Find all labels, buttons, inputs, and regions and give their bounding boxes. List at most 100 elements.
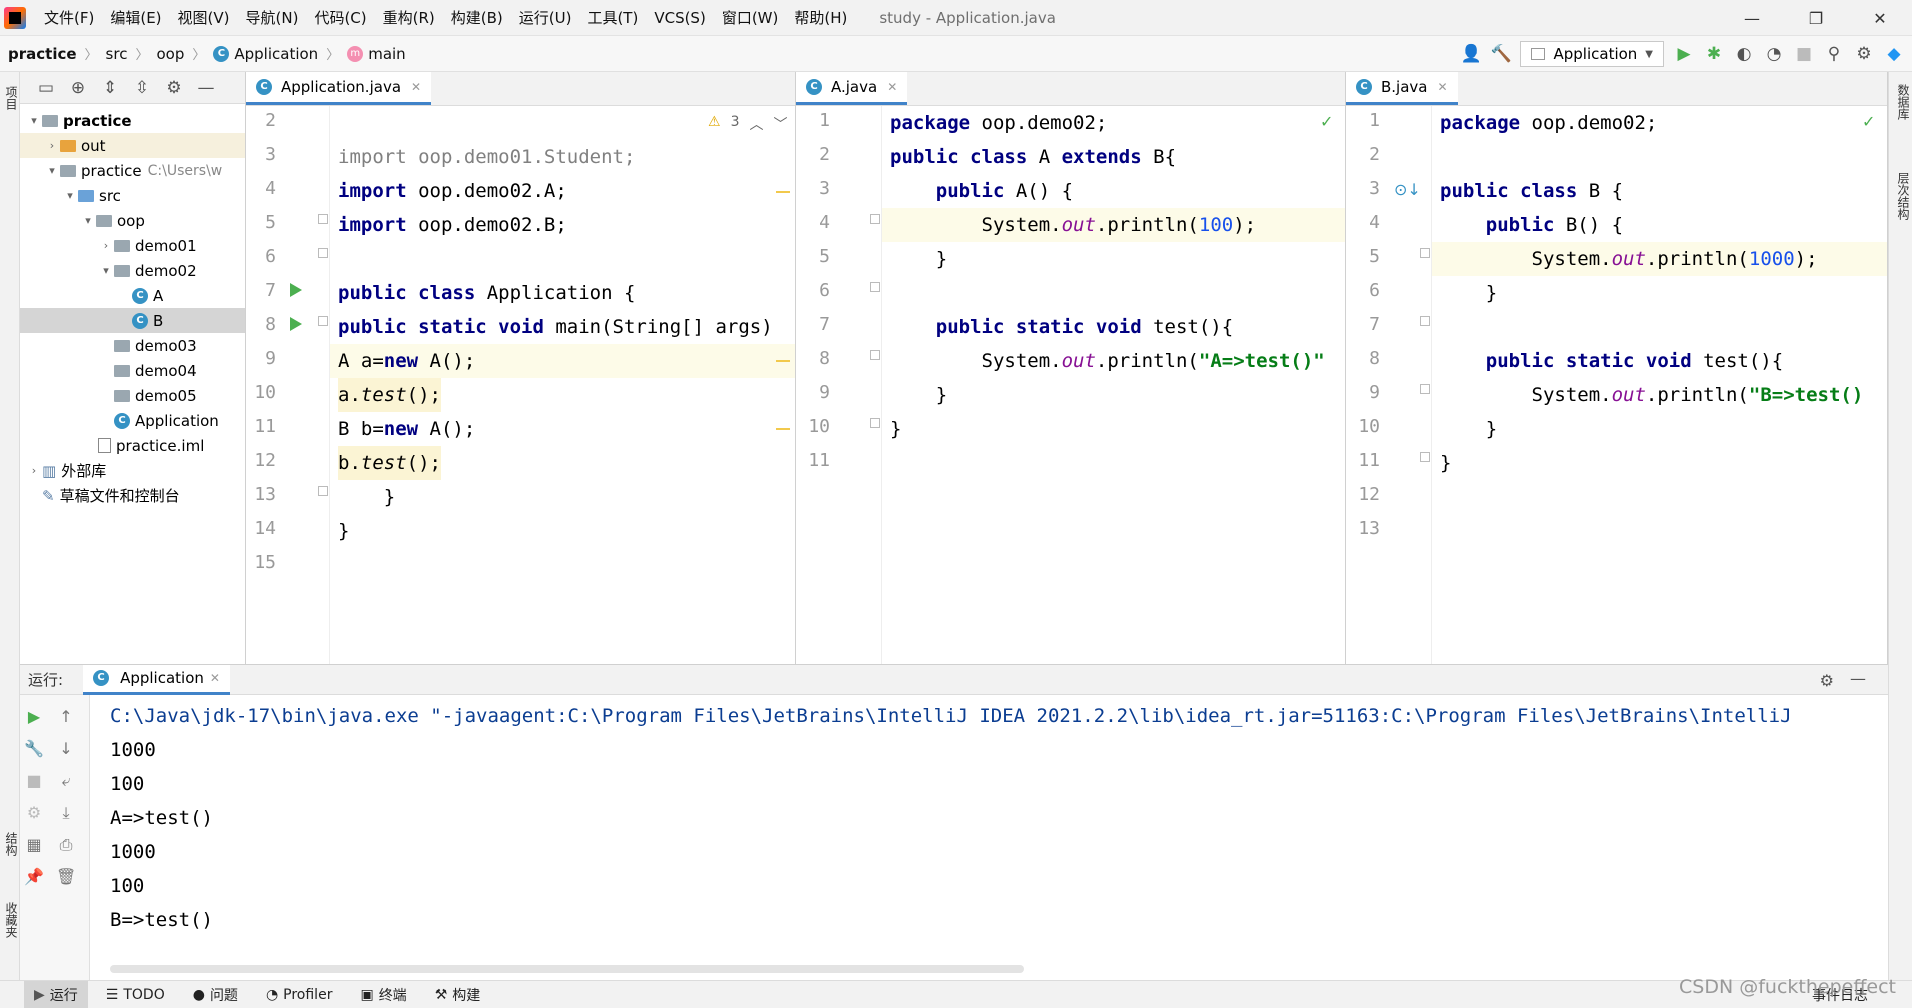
tab-application-java[interactable]: C Application.java ✕ [246,72,432,105]
database-tool-label[interactable]: 数据库 [1895,84,1912,120]
rerun-icon[interactable]: ▶ [24,707,44,726]
toolwindow-profiler[interactable]: ◔ Profiler [256,987,343,1003]
toolwindow-terminal[interactable]: ▣ 终端 [350,985,416,1005]
close-icon[interactable]: ✕ [887,80,897,94]
tab-b-java[interactable]: C B.java ✕ [1346,72,1458,105]
project-view-icon[interactable]: ▭ [36,78,56,98]
trash-icon[interactable]: 🗑 [56,867,76,886]
menu-file[interactable]: 文件(F) [36,7,102,28]
build-hammer-icon[interactable]: 🔨 [1490,44,1511,64]
gear-icon[interactable]: ⚙ [1854,44,1874,64]
tree-item-practice-root[interactable]: ▾ practice [20,108,245,133]
run-gutter-icon[interactable] [290,317,302,331]
menu-help[interactable]: 帮助(H) [786,7,855,28]
structure-tool-label[interactable]: 结构 [3,832,20,856]
favorites-tool-label[interactable]: 收藏夹 [3,902,20,938]
toolwindow-problems[interactable]: ● 问题 [183,985,248,1005]
fold-icon[interactable] [1420,316,1430,326]
menu-vcs[interactable]: VCS(S) [646,9,713,27]
warning-stripe[interactable] [776,428,790,430]
toolwindow-todo[interactable]: ☰ TODO [96,987,175,1003]
breadcrumb-oop[interactable]: oop [156,45,184,63]
restore-icon[interactable]: ❐ [1784,0,1848,36]
hierarchy-tool-label[interactable]: 层次结构 [1895,172,1912,220]
profile-icon[interactable]: ◔ [1764,44,1784,64]
menu-tools[interactable]: 工具(T) [579,7,646,28]
tree-item-practice-module[interactable]: ▾ practice C:\Users\w [20,158,245,183]
run-gutter-icon[interactable] [290,283,302,297]
tree-item-practice-iml[interactable]: practice.iml [20,433,245,458]
close-icon[interactable]: ✕ [210,671,220,685]
close-icon[interactable]: ✕ [1438,80,1448,94]
update-icon[interactable]: ◆ [1884,44,1904,64]
code-area[interactable]: package oop.demo02; public class B { pub… [1432,106,1887,664]
tree-item-demo05[interactable]: demo05 [20,383,245,408]
soft-wrap-icon[interactable]: ⤶ [56,771,76,791]
scroll-to-end-icon[interactable]: ⤓ [56,803,76,823]
arrow-down-icon[interactable]: ↓ [56,739,76,758]
print-icon[interactable]: ⎙ [56,835,76,855]
console-output[interactable]: C:\Java\jdk-17\bin\java.exe "-javaagent:… [110,699,1792,937]
tree-item-external-libraries[interactable]: › ▥ 外部库 [20,458,245,483]
close-icon[interactable]: ✕ [1848,0,1912,36]
breadcrumb-application[interactable]: C Application [213,45,318,63]
wrench-icon[interactable]: 🔧 [24,739,44,758]
tree-item-demo01[interactable]: › demo01 [20,233,245,258]
tree-item-demo04[interactable]: demo04 [20,358,245,383]
hide-icon[interactable]: — [196,78,216,98]
restore-layout-icon[interactable]: ⚙ [24,803,44,822]
layout-icon[interactable]: ▦ [24,835,44,854]
tab-a-java[interactable]: C A.java ✕ [796,72,908,105]
fold-icon[interactable] [870,350,880,360]
run-icon[interactable]: ▶ [1674,44,1694,64]
gear-icon[interactable]: ⚙ [164,78,184,98]
fold-icon[interactable] [318,486,328,496]
stop-icon[interactable]: ■ [1794,44,1814,64]
fold-icon[interactable] [318,248,328,258]
fold-icon[interactable] [870,214,880,224]
warning-stripe[interactable] [776,191,790,193]
menu-window[interactable]: 窗口(W) [714,7,787,28]
fold-icon[interactable] [318,214,328,224]
tree-item-application[interactable]: C Application [20,408,245,433]
debug-icon[interactable]: ✱ [1704,44,1724,64]
arrow-up-icon[interactable]: ↑ [56,707,76,726]
fold-icon[interactable] [870,418,880,428]
tree-item-b[interactable]: CB [20,308,245,333]
menu-code[interactable]: 代码(C) [306,7,374,28]
menu-edit[interactable]: 编辑(E) [102,7,169,28]
tree-item-demo02[interactable]: ▾ demo02 [20,258,245,283]
tree-item-src[interactable]: ▾ src [20,183,245,208]
gear-icon[interactable]: ⚙ [1820,671,1834,690]
coverage-icon[interactable]: ◐ [1734,44,1754,64]
pin-icon[interactable]: 📌 [24,867,44,886]
horizontal-scrollbar[interactable] [110,965,1024,973]
breadcrumb-practice[interactable]: practice [8,45,77,63]
toolwindow-build[interactable]: ⚒ 构建 [425,985,491,1005]
locate-icon[interactable]: ⊕ [68,78,88,98]
fold-icon[interactable] [1420,248,1430,258]
menu-refactor[interactable]: 重构(R) [375,7,443,28]
code-area[interactable]: import oop.demo01.Student; import oop.de… [330,106,795,664]
user-icon[interactable]: 👤 [1460,44,1481,64]
breadcrumb-main[interactable]: m main [347,45,406,63]
fold-icon[interactable] [1420,452,1430,462]
tree-item-a[interactable]: CA [20,283,245,308]
code-area[interactable]: package oop.demo02; public class A exten… [882,106,1345,664]
menu-run[interactable]: 运行(U) [511,7,580,28]
search-icon[interactable]: ⚲ [1824,44,1844,64]
close-icon[interactable]: ✕ [411,80,421,94]
toolwindow-run[interactable]: ▶ 运行 [24,980,88,1008]
fold-icon[interactable] [870,282,880,292]
menu-view[interactable]: 视图(V) [170,7,238,28]
stop-icon[interactable]: ■ [24,771,44,790]
fold-icon[interactable] [318,316,328,326]
run-config-select[interactable]: Application ▼ [1520,41,1664,67]
menu-navigate[interactable]: 导航(N) [238,7,307,28]
hide-icon[interactable]: — [1850,669,1866,688]
minimize-icon[interactable]: — [1720,0,1784,36]
tree-item-demo03[interactable]: demo03 [20,333,245,358]
tree-item-oop[interactable]: ▾ oop [20,208,245,233]
run-tab-application[interactable]: C Application ✕ [83,664,230,695]
expand-all-icon[interactable]: ⇕ [100,78,120,98]
